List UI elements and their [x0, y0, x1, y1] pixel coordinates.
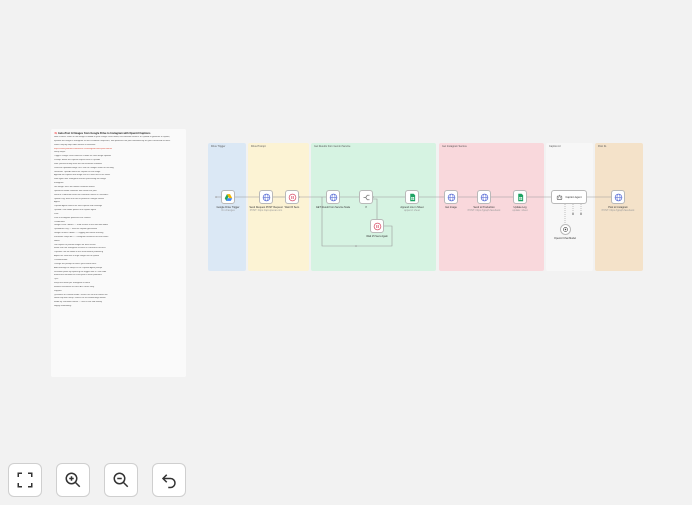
node-label: Update Log update: sheet	[512, 206, 528, 212]
zoom-out-icon	[113, 472, 129, 488]
node-get-result[interactable]	[326, 190, 340, 204]
undo-icon	[161, 474, 176, 489]
zone-label: Get Instagram Service	[442, 145, 467, 148]
node-label: Google Drive Trigger On changes	[216, 206, 240, 212]
node-append-sheet[interactable]	[405, 190, 419, 204]
pause-icon	[373, 222, 381, 230]
zoom-in-icon	[65, 472, 81, 488]
globe-icon	[614, 193, 622, 201]
reset-zoom-button[interactable]	[152, 463, 186, 497]
node-label: Wait 15 Secs	[284, 206, 300, 209]
globe-icon	[262, 193, 270, 201]
sticky-note[interactable]: 🧠 Auto-Post AI Images from Google Drive …	[51, 129, 186, 377]
node-post-instagram[interactable]	[611, 190, 625, 204]
globe-icon	[480, 193, 488, 201]
zoom-in-button[interactable]	[56, 463, 90, 497]
node-wait-2[interactable]	[370, 219, 384, 233]
zone-label: Caption AI	[549, 145, 561, 148]
caption-agent-label: Caption Agent	[565, 195, 582, 199]
google-sheets-icon	[517, 193, 523, 201]
node-openai-chat-model[interactable]	[560, 224, 571, 235]
openai-icon	[563, 227, 568, 232]
sticky-note-body: How it works: When a new image is added …	[54, 136, 183, 309]
fit-view-icon	[17, 472, 33, 488]
node-caption-agent[interactable]: Caption Agent	[551, 190, 587, 204]
globe-icon	[447, 193, 455, 201]
google-drive-icon	[224, 193, 232, 201]
zone-label: Drive Trigger	[211, 145, 226, 148]
node-update-log[interactable]	[513, 190, 527, 204]
zone-label: Drive Prompt	[251, 145, 266, 148]
node-send-production[interactable]	[477, 190, 491, 204]
workflow-canvas[interactable]: 🧠 Auto-Post AI Images from Google Drive …	[0, 0, 692, 505]
fit-view-button[interactable]	[8, 463, 42, 497]
node-if[interactable]	[359, 190, 373, 204]
node-label: Append row in Sheet append: sheet	[400, 206, 424, 212]
zoom-out-button[interactable]	[104, 463, 138, 497]
node-label: Send to Production POST: https://graph.f…	[467, 206, 501, 212]
node-http-prompt[interactable]	[259, 190, 273, 204]
google-sheets-icon	[409, 193, 415, 201]
pause-icon	[288, 193, 296, 201]
zone-label: Get Results from Gemini Service	[314, 145, 351, 148]
node-get-image[interactable]	[444, 190, 458, 204]
zone-caption-ai[interactable]: Caption AI	[546, 143, 593, 271]
zone-label: Post IG	[598, 145, 607, 148]
node-wait-1[interactable]	[285, 190, 299, 204]
node-label: If	[365, 206, 367, 209]
branch-icon	[363, 194, 369, 200]
node-google-drive-trigger[interactable]	[221, 190, 235, 204]
node-label: Post to Instagram POST: https://graph.fa…	[601, 206, 635, 212]
sticky-note-line: Happy automating!	[54, 305, 72, 308]
robot-icon	[557, 194, 563, 200]
node-label: Wait 15 Secs Again	[366, 235, 388, 238]
globe-icon	[329, 193, 337, 201]
node-label: OpenAI Chat Model	[554, 237, 576, 240]
